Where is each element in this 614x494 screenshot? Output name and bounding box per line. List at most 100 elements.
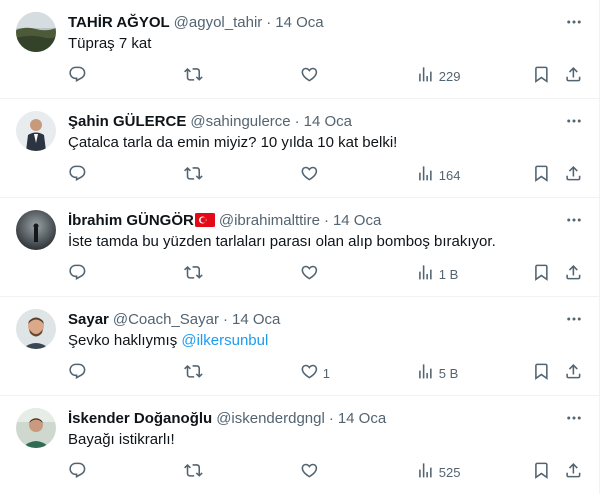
- bookmark-icon: [532, 263, 551, 285]
- views-icon: [416, 65, 435, 87]
- bookmark-icon: [532, 65, 551, 87]
- tweet-1[interactable]: Şahin GÜLERCE @sahingulerce · 14 Oca Çat…: [0, 99, 600, 198]
- tweet-0[interactable]: TAHİR AĞYOL @agyol_tahir · 14 Oca Tüpraş…: [0, 0, 600, 99]
- retweet-button[interactable]: [184, 363, 203, 383]
- turkey-flag-icon: [194, 213, 215, 227]
- timestamp[interactable]: 14 Oca: [304, 113, 352, 130]
- view-count: 1 B: [438, 266, 459, 282]
- more-icon[interactable]: [564, 12, 584, 32]
- like-icon: [300, 164, 319, 186]
- tweet-3[interactable]: Sayar @Coach_Sayar · 14 Oca Şevko haklıy…: [0, 297, 600, 396]
- avatar[interactable]: [16, 309, 56, 349]
- author-name[interactable]: TAHİR AĞYOL: [68, 14, 170, 31]
- tweet-text: Şevko haklıymış @ilkersunbul: [68, 331, 268, 351]
- separator-dot: ·: [328, 409, 334, 427]
- bookmark-button[interactable]: [532, 165, 551, 185]
- author-name[interactable]: Sayar: [68, 311, 109, 328]
- view-count: 5 B: [438, 365, 459, 381]
- reply-icon: [68, 461, 87, 483]
- views-button[interactable]: 164: [416, 165, 460, 185]
- avatar[interactable]: [16, 12, 56, 52]
- more-icon[interactable]: [564, 408, 584, 428]
- more-icon[interactable]: [564, 309, 584, 329]
- bookmark-button[interactable]: [532, 462, 551, 482]
- like-button[interactable]: 1: [300, 363, 330, 383]
- like-button[interactable]: [300, 462, 323, 482]
- bookmark-icon: [532, 362, 551, 384]
- mention-link[interactable]: @ilkersunbul: [181, 332, 268, 349]
- share-button[interactable]: [564, 66, 583, 86]
- share-button[interactable]: [564, 165, 583, 185]
- share-icon: [564, 461, 583, 483]
- share-icon: [564, 164, 583, 186]
- action-bar: 164: [68, 165, 588, 185]
- retweet-button[interactable]: [184, 462, 203, 482]
- bookmark-button[interactable]: [532, 264, 551, 284]
- views-icon: [416, 362, 435, 384]
- retweet-button[interactable]: [184, 165, 203, 185]
- separator-dot: ·: [294, 112, 300, 130]
- views-button[interactable]: 5 B: [416, 363, 458, 383]
- retweet-button[interactable]: [184, 66, 203, 86]
- retweet-button[interactable]: [184, 264, 203, 284]
- tweet-text-body: Çatalca tarla da emin miyiz? 10 yılda 10…: [68, 134, 398, 151]
- share-button[interactable]: [564, 264, 583, 284]
- views-icon: [416, 164, 435, 186]
- author-handle[interactable]: @iskenderdgngl: [216, 410, 325, 427]
- timestamp[interactable]: 14 Oca: [275, 14, 323, 31]
- tweet-text: İste tamda bu yüzden tarlaları parası ol…: [68, 232, 496, 252]
- reply-button[interactable]: [68, 363, 87, 383]
- views-button[interactable]: 229: [416, 66, 460, 86]
- like-icon: [300, 362, 319, 384]
- share-icon: [564, 362, 583, 384]
- author-name[interactable]: İskender Doğanoğlu: [68, 410, 212, 427]
- action-bar: 525: [68, 462, 588, 482]
- author-handle[interactable]: @agyol_tahir: [174, 14, 263, 31]
- reply-button[interactable]: [68, 264, 87, 284]
- like-count: 1: [322, 365, 330, 381]
- tweet-2[interactable]: İbrahim GÜNGÖR @ibrahimalttire · 14 Oca …: [0, 198, 600, 297]
- tweet-header: TAHİR AĞYOL @agyol_tahir · 14 Oca: [68, 12, 324, 32]
- retweet-icon: [184, 263, 203, 285]
- reply-icon: [68, 362, 87, 384]
- author-handle[interactable]: @sahingulerce: [190, 113, 290, 130]
- views-icon: [416, 461, 435, 483]
- like-button[interactable]: [300, 165, 323, 185]
- share-button[interactable]: [564, 363, 583, 383]
- reply-icon: [68, 164, 87, 186]
- tweet-text-body: Tüpraş 7 kat: [68, 35, 152, 52]
- view-count: 229: [438, 68, 461, 84]
- like-button[interactable]: [300, 264, 323, 284]
- author-handle[interactable]: @ibrahimalttire: [219, 212, 320, 229]
- views-button[interactable]: 525: [416, 462, 460, 482]
- reply-button[interactable]: [68, 66, 87, 86]
- action-bar: 1 5 B: [68, 363, 588, 383]
- reply-button[interactable]: [68, 462, 87, 482]
- timestamp[interactable]: 14 Oca: [338, 410, 386, 427]
- tweet-header: Şahin GÜLERCE @sahingulerce · 14 Oca: [68, 111, 352, 131]
- share-button[interactable]: [564, 462, 583, 482]
- more-icon[interactable]: [564, 111, 584, 131]
- avatar[interactable]: [16, 111, 56, 151]
- reply-icon: [68, 65, 87, 87]
- tweet-text: Tüpraş 7 kat: [68, 34, 151, 54]
- bookmark-button[interactable]: [532, 363, 551, 383]
- author-name[interactable]: Şahin GÜLERCE: [68, 113, 186, 130]
- bookmark-button[interactable]: [532, 66, 551, 86]
- author-name[interactable]: İbrahim GÜNGÖR: [68, 212, 194, 229]
- avatar[interactable]: [16, 210, 56, 250]
- tweet-4[interactable]: İskender Doğanoğlu @iskenderdgngl · 14 O…: [0, 396, 600, 494]
- reply-button[interactable]: [68, 165, 87, 185]
- retweet-icon: [184, 164, 203, 186]
- tweet-header: Sayar @Coach_Sayar · 14 Oca: [68, 309, 280, 329]
- retweet-icon: [184, 362, 203, 384]
- avatar[interactable]: [16, 408, 56, 448]
- timestamp[interactable]: 14 Oca: [333, 212, 381, 229]
- timestamp[interactable]: 14 Oca: [232, 311, 280, 328]
- bookmark-icon: [532, 164, 551, 186]
- like-button[interactable]: [300, 66, 323, 86]
- action-bar: 1 B: [68, 264, 588, 284]
- author-handle[interactable]: @Coach_Sayar: [113, 311, 219, 328]
- views-button[interactable]: 1 B: [416, 264, 458, 284]
- more-icon[interactable]: [564, 210, 584, 230]
